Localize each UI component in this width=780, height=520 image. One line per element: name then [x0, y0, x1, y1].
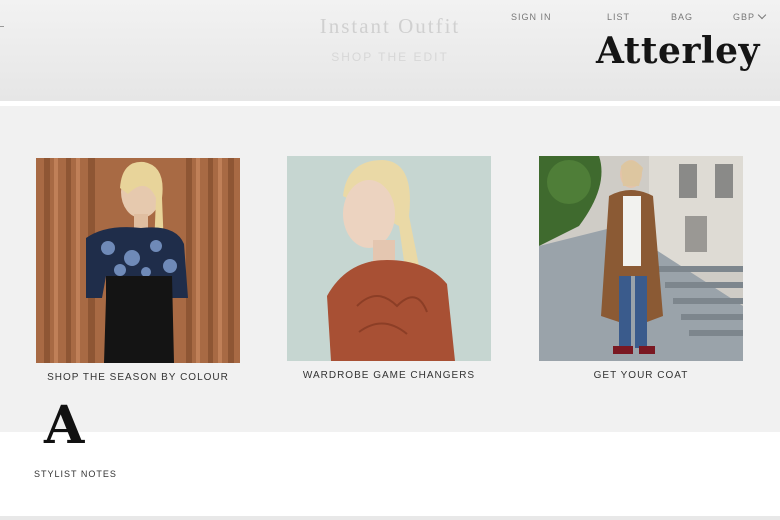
hero-title: Instant Outfit: [319, 14, 461, 38]
tile-image-wardrobe: [287, 156, 491, 361]
sign-in-link[interactable]: SIGN IN: [511, 12, 552, 22]
currency-label: GBP: [733, 12, 756, 22]
bag-link[interactable]: BAG: [671, 12, 693, 22]
chevron-down-icon: [757, 10, 767, 20]
hero-subtitle[interactable]: SHOP THE EDIT: [290, 50, 490, 64]
footer-divider: [0, 516, 780, 520]
currency-selector[interactable]: GBP: [733, 10, 767, 22]
stylist-notes-link[interactable]: STYLIST NOTES: [34, 469, 117, 479]
tile-get-your-coat[interactable]: GET YOUR COAT: [539, 156, 743, 381]
tile-caption: SHOP THE SEASON BY COLOUR: [47, 372, 229, 383]
tile-wardrobe-game-changers[interactable]: WARDROBE GAME CHANGERS: [287, 156, 491, 381]
stylist-notes-logo[interactable]: A: [44, 400, 84, 452]
tile-caption: GET YOUR COAT: [593, 370, 689, 381]
site-header: Instant Outfit SHOP THE EDIT SIGN IN LIS…: [0, 0, 780, 101]
tile-season-by-colour[interactable]: SHOP THE SEASON BY COLOUR: [36, 158, 240, 383]
list-link[interactable]: LIST: [607, 12, 630, 22]
tile-image-season: [36, 158, 240, 363]
tile-caption: WARDROBE GAME CHANGERS: [302, 370, 476, 381]
atterley-logo[interactable]: Atterley: [596, 30, 760, 72]
edge-mark: [0, 26, 4, 27]
tile-image-coat: [539, 156, 743, 361]
